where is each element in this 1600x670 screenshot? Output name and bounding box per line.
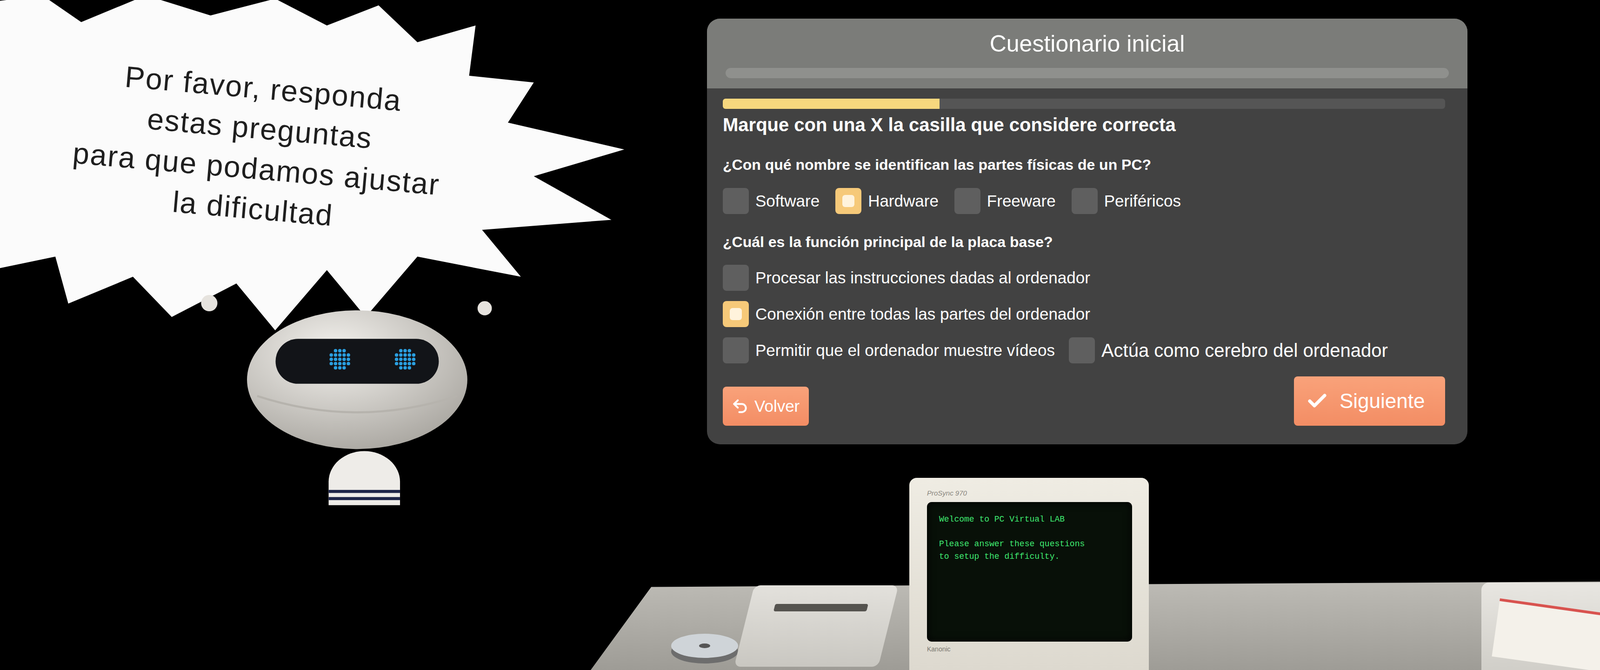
- option-label: Software: [755, 191, 820, 211]
- speech-text: Por favor, respondaestas preguntaspara q…: [67, 52, 449, 245]
- answer-option[interactable]: Conexión entre todas las partes del orde…: [722, 300, 1388, 327]
- answer-option[interactable]: Actúa como cerebro del ordenador: [1068, 337, 1388, 364]
- printer-slot: [773, 603, 869, 612]
- answer-option[interactable]: Procesar las instrucciones dadas al orde…: [722, 264, 1388, 291]
- progress-bar: [722, 98, 1446, 109]
- answer-checkbox[interactable]: [835, 187, 862, 214]
- quiz-body: Marque con una X la casilla que consider…: [706, 88, 1468, 445]
- option-label: Actúa como cerebro del ordenador: [1101, 339, 1388, 362]
- monitor-brand: ProSync 970: [926, 488, 1133, 498]
- answer-option[interactable]: Permitir que el ordenador muestre vídeos: [722, 337, 1055, 364]
- option-label: Permitir que el ordenador muestre vídeos: [755, 340, 1055, 360]
- next-button[interactable]: Siguiente: [1293, 376, 1446, 426]
- option-label: Periféricos: [1104, 191, 1181, 211]
- answer-option[interactable]: Software: [722, 187, 820, 214]
- check-mark: [729, 307, 742, 320]
- question: ¿Cuál es la función principal de la plac…: [722, 213, 1446, 364]
- button-row: Volver Siguiente: [722, 376, 1446, 426]
- quiz-panel: Cuestionario inicial Marque con una X la …: [706, 18, 1468, 445]
- answer-checkbox[interactable]: [1068, 337, 1095, 364]
- answer-checkbox[interactable]: [722, 337, 749, 364]
- answer-checkbox[interactable]: [722, 187, 749, 214]
- option-label: Freeware: [986, 191, 1056, 211]
- answer-checkbox[interactable]: [1071, 187, 1098, 214]
- progress-fill: [722, 98, 940, 109]
- title-bar: Cuestionario inicial: [706, 18, 1468, 89]
- cd-stack: [667, 618, 742, 666]
- undo-icon: [731, 397, 749, 415]
- paper: [1491, 598, 1600, 670]
- monitor: ProSync 970 Welcome to PC Virtual LAB Plea…: [909, 477, 1149, 670]
- screen-text: Welcome to PC Virtual LAB: [939, 513, 1120, 526]
- option-label: Procesar las instrucciones dadas al orde…: [755, 267, 1091, 288]
- scene: ProSync 970 Welcome to PC Virtual LAB Plea…: [0, 0, 1600, 670]
- question-text: ¿Cuál es la función principal de la plac…: [722, 232, 1446, 253]
- check-icon: [1306, 389, 1329, 413]
- printer: [733, 585, 899, 667]
- answer-checkbox[interactable]: [954, 187, 981, 214]
- cd-icon: [667, 618, 742, 666]
- option-list: Software Hardware Freeware Periféricos: [722, 187, 1446, 214]
- quiz-title: Cuestionario inicial: [989, 29, 1186, 58]
- paper-tray: [1481, 582, 1600, 670]
- option-label: Hardware: [867, 191, 939, 211]
- monitor-screen: Welcome to PC Virtual LAB Please answer t…: [926, 501, 1133, 642]
- speech-bubble: Por favor, respondaestas preguntaspara q…: [0, 0, 638, 331]
- answer-checkbox[interactable]: [722, 300, 749, 327]
- answer-checkbox[interactable]: [722, 264, 749, 291]
- option-list: Procesar las instrucciones dadas al orde…: [722, 264, 1446, 364]
- monitor-maker: Kanonic: [926, 645, 1133, 653]
- answer-option[interactable]: Freeware: [954, 187, 1056, 214]
- robot-icon: [193, 285, 500, 516]
- question-text: ¿Con qué nombre se identifican las parte…: [722, 155, 1446, 175]
- question: ¿Con qué nombre se identifican las parte…: [722, 136, 1446, 214]
- robot: [193, 285, 500, 516]
- option-label: Conexión entre todas las partes del orde…: [755, 304, 1091, 324]
- answer-option[interactable]: Hardware: [835, 187, 939, 214]
- instruction: Marque con una X la casilla que consider…: [722, 112, 1446, 137]
- screen-text: Please answer these questionsto setup th…: [939, 537, 1120, 563]
- title-track: [725, 67, 1449, 79]
- check-mark: [842, 194, 855, 207]
- back-button[interactable]: Volver: [722, 386, 809, 426]
- answer-option[interactable]: Periféricos: [1071, 187, 1181, 214]
